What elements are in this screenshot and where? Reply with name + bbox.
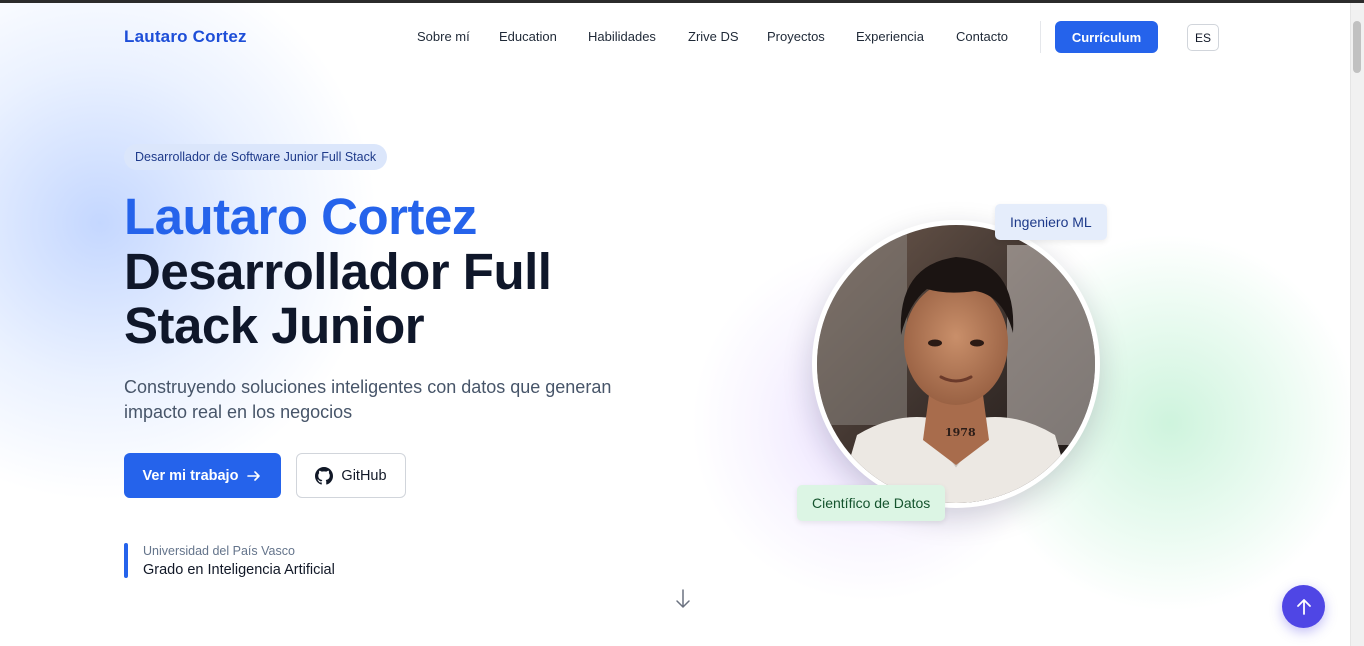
nav-item-contacto[interactable]: Contacto [956, 29, 1008, 44]
page: Lautaro Cortez Sobre mí Education Habili… [0, 3, 1350, 646]
view-work-button[interactable]: Ver mi trabajo [124, 453, 281, 498]
hero-subtitle: Construyendo soluciones inteligentes con… [124, 377, 612, 422]
github-button[interactable]: GitHub [296, 453, 406, 498]
github-icon [315, 466, 334, 485]
profile-photo: 1978 [817, 225, 1095, 503]
education-accent-bar [124, 543, 128, 578]
nav-item-education[interactable]: Education [499, 29, 557, 44]
arrow-up-icon [1296, 598, 1311, 615]
hero-name: Lautaro Cortez [124, 188, 477, 245]
tag-ml-engineer: Ingeniero ML [995, 204, 1107, 240]
view-work-label: Ver mi trabajo [142, 467, 239, 484]
arrow-right-icon [247, 470, 261, 481]
hero-role: Desarrollador Full Stack Junior [124, 243, 552, 354]
nav-item-sobre-mi[interactable]: Sobre mí [417, 29, 470, 44]
education-university: Universidad del País Vasco [143, 544, 295, 558]
scrollbar-thumb[interactable] [1353, 21, 1361, 73]
education-degree: Grado en Inteligencia Artificial [143, 562, 335, 578]
nav-item-zrive-ds[interactable]: Zrive DS [688, 29, 739, 44]
site-logo[interactable]: Lautaro Cortez [124, 27, 247, 47]
language-toggle[interactable]: ES [1187, 24, 1219, 51]
tag-data-scientist: Científico de Datos [797, 485, 946, 521]
nav-item-habilidades[interactable]: Habilidades [588, 29, 656, 44]
nav-divider [1040, 21, 1041, 53]
back-to-top-button[interactable] [1282, 585, 1325, 628]
nav-item-proyectos[interactable]: Proyectos [767, 29, 825, 44]
tattoo-text: 1978 [945, 426, 976, 439]
nav-item-experiencia[interactable]: Experiencia [856, 29, 924, 44]
role-badge: Desarrollador de Software Junior Full St… [124, 144, 388, 170]
page-scrollbar[interactable] [1350, 3, 1364, 646]
github-label: GitHub [341, 467, 387, 484]
arrow-down-icon[interactable] [673, 587, 693, 611]
profile-portrait-illustration: 1978 [817, 225, 1095, 503]
cv-button[interactable]: Currículum [1055, 21, 1158, 53]
